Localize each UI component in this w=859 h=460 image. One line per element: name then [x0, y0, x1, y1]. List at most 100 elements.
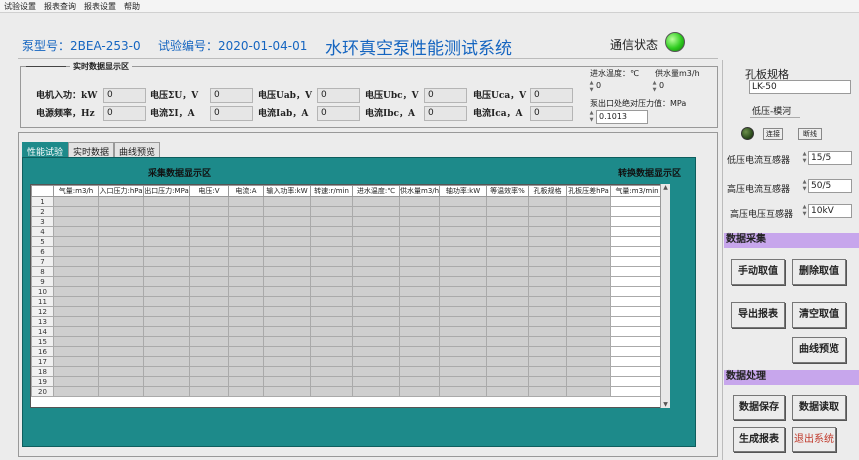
- table-cell[interactable]: [528, 286, 567, 297]
- table-cell[interactable]: [98, 196, 144, 207]
- table-cell[interactable]: [228, 296, 264, 307]
- table-cell[interactable]: [143, 286, 190, 297]
- table-row[interactable]: 3: [31, 216, 664, 227]
- table-cell[interactable]: [352, 316, 400, 327]
- table-cell[interactable]: [143, 246, 190, 257]
- table-cell[interactable]: [610, 326, 664, 337]
- table-cell[interactable]: [53, 326, 99, 337]
- table-cell[interactable]: [566, 256, 611, 267]
- table-cell[interactable]: [566, 216, 611, 227]
- table-cell[interactable]: [528, 216, 567, 227]
- table-cell[interactable]: [486, 226, 529, 237]
- table-cell[interactable]: [528, 296, 567, 307]
- table-row[interactable]: 14: [31, 326, 664, 337]
- table-cell[interactable]: [352, 256, 400, 267]
- table-cell[interactable]: [486, 376, 529, 387]
- table-cell[interactable]: [228, 386, 264, 397]
- table-cell[interactable]: [228, 216, 264, 227]
- table-cell[interactable]: [189, 376, 229, 387]
- table-cell[interactable]: [263, 296, 311, 307]
- table-cell[interactable]: [610, 376, 664, 387]
- menu-test-settings[interactable]: 试验设置: [0, 0, 40, 12]
- table-cell[interactable]: [143, 356, 190, 367]
- menu-help[interactable]: 帮助: [120, 0, 144, 12]
- table-cell[interactable]: [189, 226, 229, 237]
- table-cell[interactable]: [310, 316, 353, 327]
- table-cell[interactable]: [263, 246, 311, 257]
- table-cell[interactable]: [486, 326, 529, 337]
- table-cell[interactable]: [98, 266, 144, 277]
- table-cell[interactable]: [566, 356, 611, 367]
- lv-ct-stepper[interactable]: ▲ ▼: [801, 151, 808, 165]
- table-cell[interactable]: [228, 376, 264, 387]
- table-cell[interactable]: [143, 306, 190, 317]
- table-cell[interactable]: [566, 196, 611, 207]
- table-cell[interactable]: [610, 256, 664, 267]
- table-cell[interactable]: [486, 246, 529, 257]
- table-row[interactable]: 10: [31, 286, 664, 297]
- table-cell[interactable]: [98, 276, 144, 287]
- table-cell[interactable]: [486, 366, 529, 377]
- table-cell[interactable]: [228, 236, 264, 247]
- table-cell[interactable]: [399, 246, 440, 257]
- table-cell[interactable]: [352, 276, 400, 287]
- table-cell[interactable]: [263, 386, 311, 397]
- table-cell[interactable]: [98, 326, 144, 337]
- table-cell[interactable]: [98, 246, 144, 257]
- table-cell[interactable]: [439, 246, 487, 257]
- table-cell[interactable]: [528, 266, 567, 277]
- table-cell[interactable]: [439, 366, 487, 377]
- table-cell[interactable]: [263, 346, 311, 357]
- table-cell[interactable]: [486, 296, 529, 307]
- table-cell[interactable]: [528, 256, 567, 267]
- table-row[interactable]: 8: [31, 266, 664, 277]
- table-cell[interactable]: [439, 376, 487, 387]
- table-cell[interactable]: [228, 306, 264, 317]
- table-cell[interactable]: [399, 226, 440, 237]
- table-cell[interactable]: [610, 296, 664, 307]
- table-cell[interactable]: [439, 346, 487, 357]
- table-cell[interactable]: [399, 346, 440, 357]
- table-row[interactable]: 2: [31, 206, 664, 217]
- connect-button[interactable]: 连接: [763, 128, 783, 140]
- curve-preview-button[interactable]: 曲线预览: [792, 337, 846, 363]
- table-cell[interactable]: [439, 256, 487, 267]
- table-cell[interactable]: [98, 286, 144, 297]
- table-cell[interactable]: [352, 356, 400, 367]
- table-cell[interactable]: [98, 376, 144, 387]
- table-cell[interactable]: [439, 336, 487, 347]
- menu-report-settings[interactable]: 报表设置: [80, 0, 120, 12]
- table-cell[interactable]: [439, 196, 487, 207]
- table-cell[interactable]: [143, 326, 190, 337]
- table-cell[interactable]: [263, 326, 311, 337]
- read-data-button[interactable]: 数据读取: [792, 395, 846, 420]
- table-cell[interactable]: [53, 346, 99, 357]
- table-cell[interactable]: [189, 216, 229, 227]
- table-cell[interactable]: [352, 236, 400, 247]
- table-cell[interactable]: [189, 306, 229, 317]
- table-cell[interactable]: [53, 246, 99, 257]
- table-cell[interactable]: [399, 316, 440, 327]
- table-cell[interactable]: [53, 316, 99, 327]
- table-row[interactable]: 15: [31, 336, 664, 347]
- table-cell[interactable]: [53, 236, 99, 247]
- table-row[interactable]: 16: [31, 346, 664, 357]
- table-cell[interactable]: [566, 226, 611, 237]
- table-cell[interactable]: [228, 326, 264, 337]
- table-cell[interactable]: [98, 256, 144, 267]
- tab-realtime-data[interactable]: 实时数据: [68, 142, 115, 158]
- table-cell[interactable]: [189, 286, 229, 297]
- table-cell[interactable]: [399, 236, 440, 247]
- table-cell[interactable]: [352, 296, 400, 307]
- table-cell[interactable]: [439, 326, 487, 337]
- table-cell[interactable]: [399, 216, 440, 227]
- table-cell[interactable]: [310, 286, 353, 297]
- table-row[interactable]: 4: [31, 226, 664, 237]
- hv-pt-value[interactable]: 10kV: [808, 204, 852, 218]
- table-cell[interactable]: [98, 336, 144, 347]
- table-cell[interactable]: [399, 366, 440, 377]
- table-cell[interactable]: [263, 206, 311, 217]
- table-cell[interactable]: [610, 276, 664, 287]
- table-cell[interactable]: [53, 376, 99, 387]
- table-cell[interactable]: [189, 326, 229, 337]
